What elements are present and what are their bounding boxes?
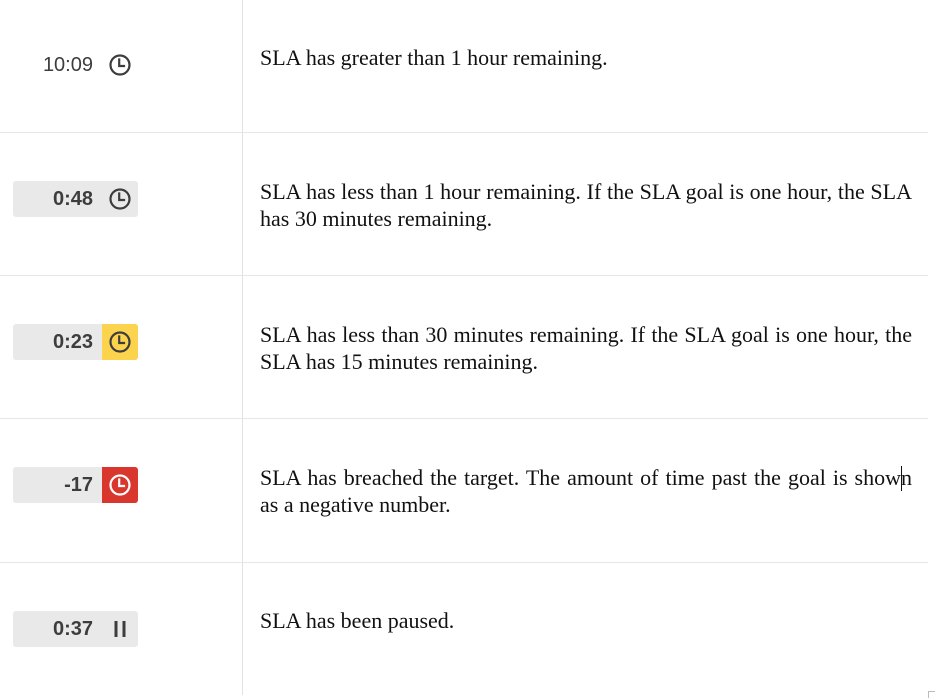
sla-badge-warning: 0:23: [13, 324, 138, 360]
icon-box-warning: [102, 324, 138, 360]
sla-badge-on-track: 10:09: [13, 47, 138, 83]
sla-badge-paused: 0:37: [13, 611, 138, 647]
description-cell: SLA has less than 1 hour remaining. If t…: [242, 132, 928, 276]
sla-badge-breached: -17: [13, 467, 138, 503]
clock-icon: [109, 331, 131, 353]
resize-handle[interactable]: [928, 691, 935, 698]
badge-cell: 10:09: [0, 0, 243, 133]
table-row: -17 SLA has breached the target. The amo…: [0, 418, 928, 563]
table-row: 0:37 SLA has been paused.: [0, 562, 929, 696]
icon-box-breached: [102, 467, 138, 503]
sla-time: 0:37: [52, 617, 93, 640]
sla-time: 0:23: [52, 330, 93, 353]
clock-icon: [109, 474, 131, 496]
table-row: 10:09 SLA has greater than 1 hour remain…: [0, 0, 928, 133]
pause-icon: [114, 621, 126, 637]
clock-icon: [109, 54, 131, 76]
sla-legend-table: 10:09 SLA has greater than 1 hour remain…: [0, 0, 928, 695]
sla-time: -17: [64, 473, 93, 496]
description-cell: SLA has breached the target. The amount …: [242, 418, 928, 563]
icon-box: [102, 47, 138, 83]
badge-cell: 0:23: [0, 275, 243, 419]
sla-description: SLA has less than 30 minutes remaining. …: [260, 322, 912, 374]
description-cell: SLA has been paused.: [243, 563, 929, 696]
description-cell: SLA has greater than 1 hour remaining.: [242, 0, 928, 133]
icon-box: [102, 611, 138, 647]
badge-cell: 0:37: [0, 562, 243, 695]
sla-time: 10:09: [42, 53, 93, 76]
sla-description: SLA has breached the target. The amount …: [260, 465, 912, 517]
sla-description: SLA has less than 1 hour remaining. If t…: [260, 179, 912, 231]
icon-box: [102, 181, 138, 217]
badge-cell: 0:48: [0, 132, 243, 276]
sla-description: SLA has greater than 1 hour remaining.: [260, 45, 608, 70]
sla-time: 0:48: [52, 187, 93, 210]
sla-badge-under-hour: 0:48: [13, 181, 138, 217]
table-row: 0:23 SLA has less than 30 minutes remain…: [0, 275, 928, 419]
clock-icon: [109, 188, 131, 210]
table-row: 0:48 SLA has less than 1 hour remaining.…: [0, 132, 928, 276]
sla-description: SLA has been paused.: [260, 608, 455, 633]
text-cursor: [901, 466, 902, 491]
badge-cell: -17: [0, 418, 243, 563]
description-cell: SLA has less than 30 minutes remaining. …: [242, 275, 928, 419]
